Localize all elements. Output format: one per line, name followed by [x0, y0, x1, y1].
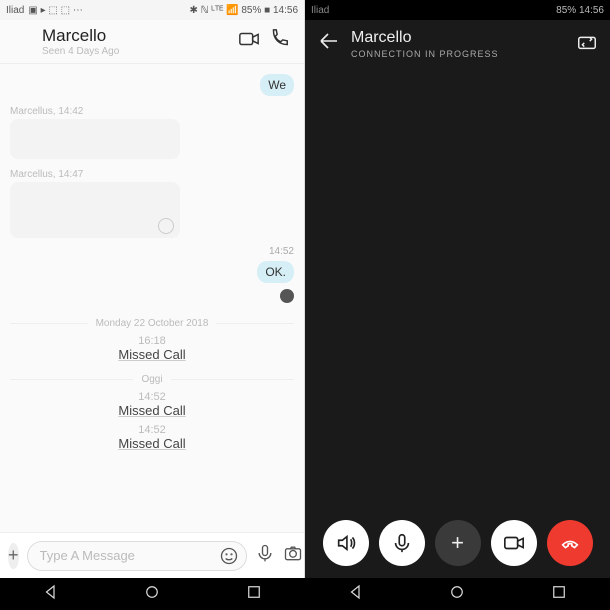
- mute-button[interactable]: [379, 520, 425, 566]
- missed-call-row[interactable]: 14:52 Missed Call: [10, 424, 294, 451]
- back-button[interactable]: [317, 29, 341, 59]
- status-bar-right: Iliad 85% 14:56: [305, 0, 610, 20]
- chat-screen: Iliad ▣ ▸ ⬚ ⬚ ⋯ ✱ ℕ ᴸᵀᴱ 📶 85% ■ 14:56 Ma…: [0, 0, 305, 578]
- call-screen: Iliad 85% 14:56 Marcello CONNECTION IN P…: [305, 0, 610, 578]
- video-toggle-button[interactable]: [491, 520, 537, 566]
- more-options-button[interactable]: +: [435, 520, 481, 566]
- missed-call-row[interactable]: 16:18 Missed Call: [10, 335, 294, 362]
- read-avatar-icon: [280, 289, 294, 303]
- message-input[interactable]: [27, 541, 247, 571]
- status-bar-left: Iliad ▣ ▸ ⬚ ⬚ ⋯ ✱ ℕ ᴸᵀᴱ 📶 85% ■ 14:56: [0, 0, 304, 20]
- incoming-message[interactable]: [10, 119, 180, 159]
- end-call-button[interactable]: [547, 520, 593, 566]
- nav-back-button[interactable]: [42, 583, 60, 606]
- back-button[interactable]: [10, 27, 34, 57]
- call-contact-name: Marcello: [351, 29, 576, 47]
- android-nav-bar: [0, 578, 610, 610]
- message-text: We: [260, 74, 294, 96]
- status-icons: ▣ ▸ ⬚ ⬚ ⋯: [28, 5, 82, 16]
- camera-switch-button[interactable]: [576, 31, 598, 58]
- call-time: 16:18: [10, 335, 294, 347]
- speaker-button[interactable]: [323, 520, 369, 566]
- camera-icon[interactable]: [283, 543, 303, 568]
- last-seen: Seen 4 Days Ago: [42, 46, 234, 57]
- call-controls: +: [305, 520, 610, 566]
- add-attachment-button[interactable]: +: [8, 543, 19, 569]
- call-status: CONNECTION IN PROGRESS: [351, 49, 576, 59]
- chat-input-bar: +: [0, 532, 304, 578]
- carrier-label: Iliad: [311, 5, 329, 16]
- microphone-icon[interactable]: [255, 543, 275, 568]
- nav-back-button[interactable]: [347, 583, 365, 606]
- call-time: 14:52: [10, 391, 294, 403]
- contact-name[interactable]: Marcello: [42, 26, 234, 46]
- nav-home-button[interactable]: [143, 583, 161, 606]
- message-meta: Marcellus, 14:42: [10, 106, 294, 117]
- nav-home-button[interactable]: [448, 583, 466, 606]
- outgoing-message[interactable]: OK.: [10, 261, 294, 283]
- status-right: ✱ ℕ ᴸᵀᴱ 📶 85% ■ 14:56: [189, 5, 298, 16]
- call-label: Missed Call: [10, 403, 294, 418]
- today-divider: Oggi: [10, 374, 294, 385]
- smile-icon: [158, 218, 174, 234]
- carrier-label: Iliad: [6, 5, 24, 16]
- nav-recent-button[interactable]: [245, 583, 263, 606]
- status-right: 85% 14:56: [556, 5, 604, 16]
- timestamp: 14:52: [10, 246, 294, 257]
- outgoing-message[interactable]: We: [10, 74, 294, 96]
- message-text: OK.: [257, 261, 294, 283]
- incoming-message[interactable]: [10, 182, 180, 238]
- chat-body[interactable]: We Marcellus, 14:42 Marcellus, 14:47 14:…: [0, 64, 304, 532]
- video-call-button[interactable]: [234, 28, 264, 55]
- call-header: Marcello CONNECTION IN PROGRESS: [305, 20, 610, 68]
- nav-recent-button[interactable]: [550, 583, 568, 606]
- call-label: Missed Call: [10, 436, 294, 451]
- call-time: 14:52: [10, 424, 294, 436]
- emoji-icon[interactable]: [219, 546, 239, 571]
- date-divider: Monday 22 October 2018: [10, 318, 294, 329]
- missed-call-row[interactable]: 14:52 Missed Call: [10, 391, 294, 418]
- chat-header: Marcello Seen 4 Days Ago: [0, 20, 304, 64]
- call-label: Missed Call: [10, 347, 294, 362]
- voice-call-button[interactable]: [264, 28, 294, 55]
- message-meta: Marcellus, 14:47: [10, 169, 294, 180]
